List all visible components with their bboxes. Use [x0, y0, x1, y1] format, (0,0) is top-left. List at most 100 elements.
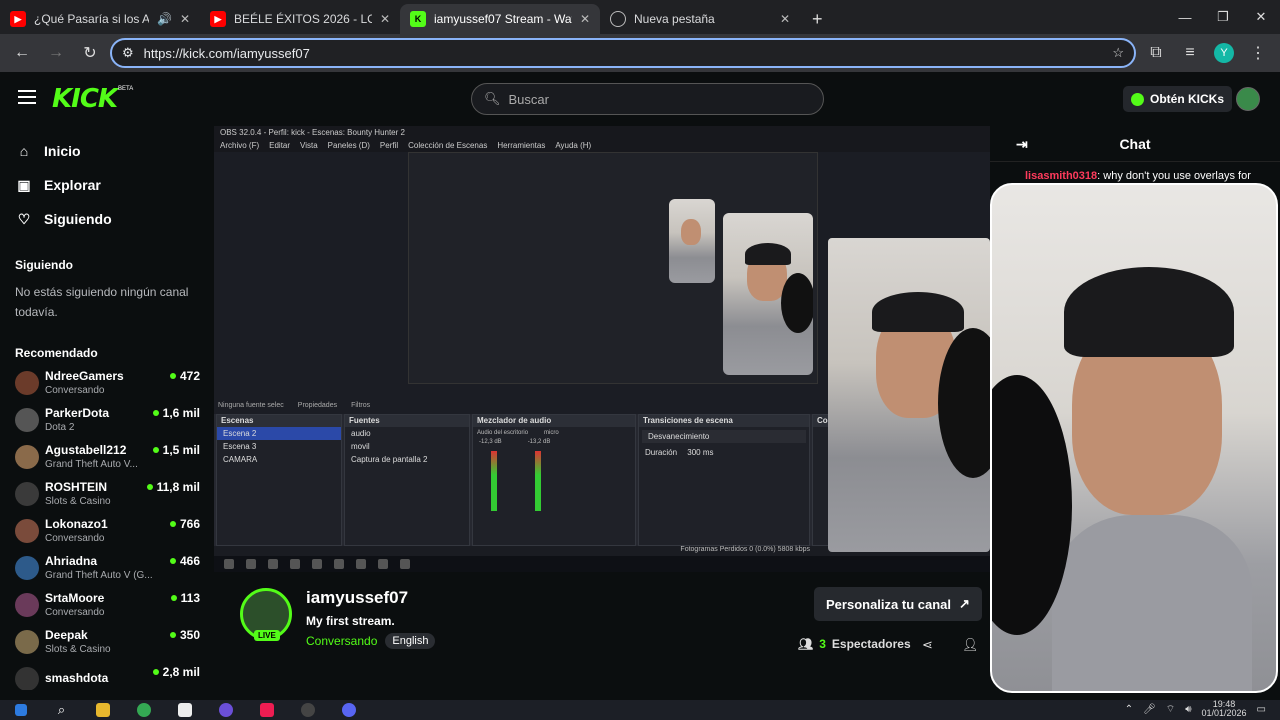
network-icon[interactable]: ⌔: [1166, 703, 1175, 716]
source-item[interactable]: movil: [345, 440, 469, 453]
language-tag[interactable]: English: [385, 633, 436, 649]
transition-select[interactable]: Desvanecimiento: [642, 430, 806, 443]
new-tab-button[interactable]: +: [800, 9, 835, 34]
site-settings-icon[interactable]: ⚙: [122, 45, 134, 61]
windows-start-icon[interactable]: [0, 700, 41, 720]
minimize-icon[interactable]: —: [1166, 0, 1204, 34]
forward-icon[interactable]: →: [42, 39, 70, 67]
volume-icon[interactable]: 🔊︎: [1185, 704, 1191, 715]
mixer-channel-label: Audio del escritorio: [477, 430, 529, 436]
capcut-icon[interactable]: [164, 700, 205, 720]
browser-tab[interactable]: ▶ ¿Qué Pasaría si los Africanos 🔊 ✕: [0, 4, 200, 34]
profile-button[interactable]: Y: [1210, 39, 1238, 67]
app-icon[interactable]: [205, 700, 246, 720]
close-window-icon[interactable]: ✕: [1242, 0, 1280, 34]
close-icon[interactable]: ✕: [580, 12, 590, 26]
browser-tab-active[interactable]: K iamyussef07 Stream - Watch Li ✕: [400, 4, 600, 34]
obs-menu-item[interactable]: Archivo (F): [220, 141, 259, 150]
obs-menu-item[interactable]: Herramientas: [497, 141, 545, 150]
get-kicks-button[interactable]: Obtén KICKs: [1123, 86, 1233, 112]
obs-menubar: OBS 32.0.4 - Perfil: kick - Escenas: Bou…: [214, 126, 990, 152]
customize-channel-button[interactable]: Personaliza tu canal ↗: [814, 587, 982, 621]
category-link[interactable]: Conversando: [306, 634, 377, 648]
scene-item[interactable]: CAMARA: [217, 453, 341, 466]
sidebar-item-explorar[interactable]: ▣ Explorar: [0, 168, 214, 202]
close-icon[interactable]: ✕: [180, 12, 190, 26]
hamburger-menu-icon[interactable]: [18, 90, 36, 104]
url-bar[interactable]: ⚙ https://kick.com/iamyussef07 ☆: [110, 38, 1136, 68]
youtube-icon: ▶: [210, 11, 226, 27]
close-icon[interactable]: ✕: [380, 12, 390, 26]
source-item[interactable]: audio: [345, 427, 469, 440]
recommended-channel[interactable]: smashdota 2,8 mil: [0, 660, 214, 690]
obs-menu-item[interactable]: Ayuda (H): [555, 141, 591, 150]
mixer-channel-labels: Audio del escritorio micro: [473, 427, 635, 439]
chat-header: ⇥ Chat: [990, 126, 1280, 162]
viewer-count: 1,5 mil: [152, 443, 200, 457]
kick-header: KICK BETA 🔍︎ Buscar Obtén KICKs: [0, 72, 1280, 126]
sidebar-item-siguiendo[interactable]: ♡ Siguiendo: [0, 202, 214, 236]
beta-badge: BETA: [118, 86, 134, 92]
add-user-icon[interactable]: 👤︎: [962, 637, 979, 653]
obs-menu-item[interactable]: Paneles (D): [328, 141, 370, 150]
address-toolbar: ← → ↻ ⚙ https://kick.com/iamyussef07 ☆ ⧉…: [0, 34, 1280, 72]
file-explorer-icon[interactable]: [82, 700, 123, 720]
sidebar-item-inicio[interactable]: ⌂ Inicio: [0, 134, 214, 168]
obs-menu-item[interactable]: Colección de Escenas: [408, 141, 487, 150]
globe-icon: [610, 11, 626, 27]
filters-tab[interactable]: Filtros: [351, 402, 370, 409]
recommended-channel[interactable]: Deepak Slots & Casino 350: [0, 623, 214, 660]
recommended-channel[interactable]: Agustabell212 Grand Theft Auto V... 1,5 mi…: [0, 438, 214, 475]
recommended-channel[interactable]: SrtaMoore Conversando 113: [0, 586, 214, 623]
search-icon[interactable]: ⌕: [41, 700, 82, 720]
back-icon[interactable]: ←: [8, 39, 36, 67]
search-input[interactable]: 🔍︎ Buscar: [471, 83, 824, 115]
speaker-icon[interactable]: 🔊: [157, 12, 172, 26]
discord-icon[interactable]: [328, 700, 369, 720]
obs-menu-item[interactable]: Vista: [300, 141, 318, 150]
scene-item[interactable]: Escena 3: [217, 440, 341, 453]
viewer-number: 350: [179, 628, 200, 642]
user-avatar[interactable]: [1236, 87, 1260, 111]
maximize-icon[interactable]: ❐: [1204, 0, 1242, 34]
scene-item[interactable]: Escena 2: [217, 427, 341, 440]
chrome-icon[interactable]: [123, 700, 164, 720]
browser-tab[interactable]: ▶ BEÉLE ÉXITOS 2026 - LOS 30 M ✕: [200, 4, 400, 34]
extensions-icon[interactable]: ⧉: [1142, 39, 1170, 67]
channel-name[interactable]: iamyussef07: [306, 588, 408, 608]
share-icon[interactable]: ⋖: [922, 637, 933, 653]
notifications-icon[interactable]: ▭: [1257, 704, 1266, 715]
close-icon[interactable]: ✕: [780, 12, 790, 26]
microphone-icon[interactable]: 🎤︎: [1143, 704, 1156, 715]
media-control-icon[interactable]: ≡: [1176, 39, 1204, 67]
recommended-channel[interactable]: Ahriadna Grand Theft Auto V (G... 466: [0, 549, 214, 586]
obs-menu-item[interactable]: Perfil: [380, 141, 398, 150]
tiktok-icon[interactable]: [246, 700, 287, 720]
bookmark-star-icon[interactable]: ☆: [1112, 45, 1124, 61]
stream-video-player[interactable]: OBS 32.0.4 - Perfil: kick - Escenas: Bou…: [214, 126, 990, 572]
browser-tab[interactable]: Nueva pestaña ✕: [600, 4, 800, 34]
source-item[interactable]: Captura de pantalla 2: [345, 453, 469, 466]
recommended-channel[interactable]: Lokonazo1 Conversando 766: [0, 512, 214, 549]
recommended-channel[interactable]: ParkerDota Dota 2 1,6 mil: [0, 401, 214, 438]
properties-tab[interactable]: Propiedades: [298, 402, 337, 409]
chat-username[interactable]: lisasmith0318: [1025, 170, 1097, 182]
duration-value[interactable]: 300 ms: [687, 448, 713, 457]
channel-name: ParkerDota: [45, 405, 110, 420]
recommended-channel[interactable]: NdreeGamers Conversando 472: [0, 364, 214, 401]
viewer-count: 766: [169, 517, 200, 531]
channel-avatar: [15, 666, 39, 690]
obs-menu-item[interactable]: Editar: [269, 141, 290, 150]
obs-icon[interactable]: [287, 700, 328, 720]
kick-logo[interactable]: KICK: [52, 84, 118, 114]
webcam-overlay: [990, 183, 1278, 693]
chevron-up-icon[interactable]: ⌃: [1125, 704, 1133, 715]
viewer-number: 2,8 mil: [162, 665, 200, 679]
reload-icon[interactable]: ↻: [76, 39, 104, 67]
chat-title: Chat: [1119, 135, 1151, 152]
browser-menu-icon[interactable]: ⋮: [1244, 39, 1272, 67]
recommended-channel[interactable]: ROSHTEIN Slots & Casino 11,8 mil: [0, 475, 214, 512]
clock[interactable]: 19:48 01/01/2026: [1202, 700, 1247, 718]
system-tray: ⌃ 🎤︎ ⌔ 🔊︎ 19:48 01/01/2026 ▭: [1125, 700, 1266, 718]
collapse-chat-icon[interactable]: ⇥: [1016, 136, 1028, 153]
